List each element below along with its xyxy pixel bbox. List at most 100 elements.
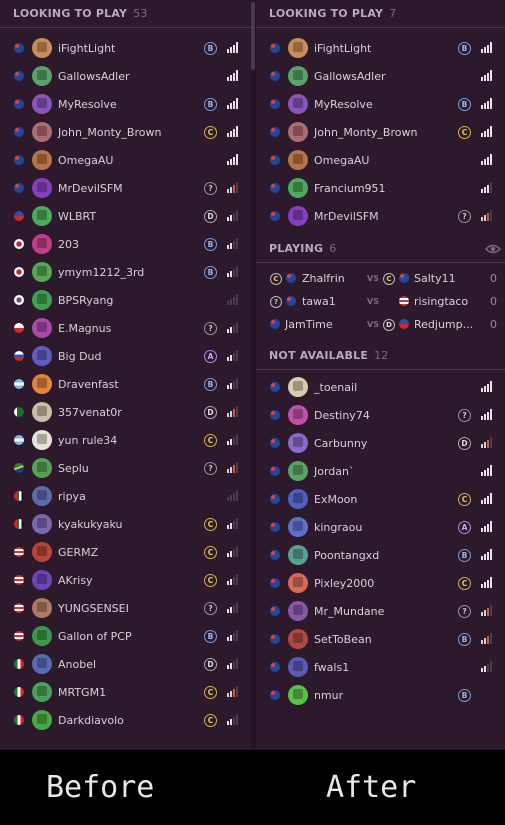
player-name: SetToBean [314, 632, 372, 646]
avatar [32, 430, 52, 450]
player-name: ExMoon [314, 492, 358, 506]
player-row[interactable]: ymym1212_3rd B [0, 258, 251, 286]
avatar [32, 486, 52, 506]
connection-signal-icon [481, 210, 493, 221]
player-row[interactable]: ripya [0, 482, 251, 510]
player-row[interactable]: E.Magnus? [0, 314, 251, 342]
player-row[interactable]: GERMZ C [0, 538, 251, 566]
player-row[interactable]: Anobel D [0, 650, 251, 678]
avatar [288, 461, 308, 481]
connection-signal-icon [481, 437, 493, 448]
connection-signal-icon [227, 714, 239, 725]
player-row[interactable]: Destiny74? [256, 401, 505, 429]
section-header-looking-to-play: LOOKING TO PLAY 7 [256, 0, 505, 28]
player-row[interactable]: John_Monty_Brown C [0, 118, 251, 146]
connection-signal-icon [481, 381, 493, 392]
rank-badge: D [204, 658, 217, 671]
player-row[interactable]: iFightLight B [0, 34, 251, 62]
player-row[interactable]: MrDevilSFM? [256, 202, 505, 230]
connection-signal-icon [227, 574, 239, 585]
avatar [32, 458, 52, 478]
flag-icon [14, 71, 24, 81]
player-name: MRTGM1 [58, 685, 107, 699]
player-row[interactable]: Big Dud A [0, 342, 251, 370]
connection-signal-icon [227, 210, 239, 221]
connection-signal-icon [227, 378, 239, 389]
player-row[interactable]: Poontangxd B [256, 541, 505, 569]
player-name: Francium951 [314, 181, 386, 195]
player-row[interactable]: Gallon of PCP B [0, 622, 251, 650]
player-row[interactable]: yun rule34 C [0, 426, 251, 454]
player-name: 357venat0r [58, 405, 122, 419]
connection-signal-icon [227, 546, 239, 557]
section-header-not-available: NOT AVAILABLE 12 [256, 342, 505, 370]
player-row[interactable]: Seplu? [0, 454, 251, 482]
player-row[interactable]: ExMoon C [256, 485, 505, 513]
player-row[interactable]: MrDevilSFM? [0, 174, 251, 202]
rank-badge: C [204, 714, 217, 727]
rank-badge: D [458, 437, 471, 450]
flag-icon [270, 578, 280, 588]
caption-bar: Before After [0, 750, 505, 825]
player-row[interactable]: kyakukyaku C [0, 510, 251, 538]
match-row[interactable]: ? tawa1 VS risingtaco 0 [256, 290, 505, 313]
player-row[interactable]: Darkdiavolo C [0, 706, 251, 734]
player-row[interactable]: Francium951 [256, 174, 505, 202]
player-row[interactable]: nmur B [256, 681, 505, 709]
player-row[interactable]: Mr_Mundane? [256, 597, 505, 625]
rank-badge: C [204, 434, 217, 447]
player-name: MrDevilSFM [314, 209, 379, 223]
player-row[interactable]: GallowsAdler [256, 62, 505, 90]
rank-badge: C [204, 126, 217, 139]
flag-icon [286, 296, 296, 306]
player-row[interactable]: GallowsAdler [0, 62, 251, 90]
player-row[interactable]: OmegaAU [256, 146, 505, 174]
match-row[interactable]: JamTime VS D Redjump... 0 [256, 313, 505, 336]
player-row[interactable]: Jordan` [256, 457, 505, 485]
flag-icon [14, 715, 24, 725]
rank-badge: B [204, 98, 217, 111]
avatar [32, 374, 52, 394]
player-row[interactable]: MRTGM1 C [0, 678, 251, 706]
player-row[interactable]: Carbunny D [256, 429, 505, 457]
player-row[interactable]: MyResolve B [256, 90, 505, 118]
match-score: 0 [490, 318, 497, 331]
player-row[interactable]: kingraou A [256, 513, 505, 541]
player-row[interactable]: fwals1 [256, 653, 505, 681]
player-row[interactable]: Pixley2000 C [256, 569, 505, 597]
versus-label: VS [367, 320, 379, 329]
connection-signal-icon [227, 42, 239, 53]
player-row[interactable]: YUNGSENSEI? [0, 594, 251, 622]
eye-icon[interactable] [485, 243, 501, 255]
match-row[interactable]: C Zhalfrin VS C Salty11 0 [256, 267, 505, 290]
player-name: BPSRyang [58, 293, 114, 307]
player-row[interactable]: BPSRyang [0, 286, 251, 314]
player-row[interactable]: John_Monty_Brown C [256, 118, 505, 146]
avatar [32, 66, 52, 86]
avatar [288, 150, 308, 170]
rank-badge: ? [204, 462, 217, 475]
flag-icon [14, 435, 24, 445]
player-row[interactable]: 357venat0r D [0, 398, 251, 426]
player-row[interactable]: iFightLight B [256, 34, 505, 62]
player-row[interactable]: WLBRT D [0, 202, 251, 230]
avatar [32, 710, 52, 730]
flag-icon [14, 631, 24, 641]
avatar [288, 657, 308, 677]
rank-badge: C [458, 493, 471, 506]
avatar [288, 206, 308, 226]
flag-icon [270, 606, 280, 616]
player-row[interactable]: _toenail [256, 373, 505, 401]
player-row[interactable]: AKrisy C [0, 566, 251, 594]
avatar [32, 514, 52, 534]
player-row[interactable]: MyResolve B [0, 90, 251, 118]
scrollbar-thumb[interactable] [251, 2, 255, 70]
player-row[interactable]: SetToBean B [256, 625, 505, 653]
player-row[interactable]: 203 B [0, 230, 251, 258]
player-row[interactable]: Dravenfast B [0, 370, 251, 398]
player-name: Dravenfast [58, 377, 119, 391]
flag-icon [270, 662, 280, 672]
player-name: GERMZ [58, 545, 99, 559]
player-row[interactable]: OmegaAU [0, 146, 251, 174]
avatar [288, 377, 308, 397]
